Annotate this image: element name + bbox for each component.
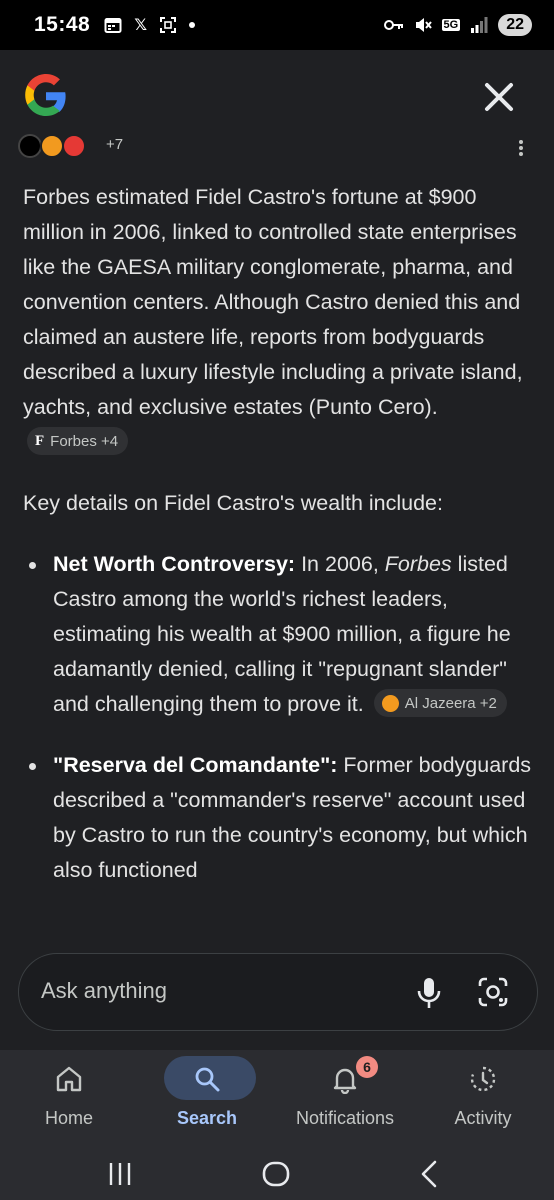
- system-nav-bar: [0, 1146, 554, 1200]
- source-avatar-3: [62, 134, 86, 158]
- status-notification-icons: 𝕏: [104, 15, 196, 35]
- notifications-badge: 6: [356, 1056, 378, 1078]
- source-avatar-aljazeera: [40, 134, 64, 158]
- source-chip-label: Al Jazeera +2: [404, 694, 497, 712]
- signal-icon: [471, 17, 488, 33]
- key-icon: [383, 20, 403, 30]
- lens-icon[interactable]: [477, 976, 509, 1008]
- details-list: Net Worth Controversy: In 2006, Forbes l…: [23, 547, 533, 888]
- calendar-icon: [104, 18, 122, 33]
- nav-notifications[interactable]: 6 Notifications: [276, 1050, 414, 1146]
- forbes-icon: F: [35, 432, 45, 449]
- list-item: "Reserva del Comandante": Former bodygua…: [23, 748, 533, 888]
- answer-paragraph-2: Key details on Fidel Castro's wealth inc…: [23, 491, 443, 515]
- recent-apps-icon[interactable]: [100, 1154, 140, 1194]
- activity-icon: [470, 1066, 496, 1092]
- nav-activity[interactable]: Activity: [414, 1050, 552, 1146]
- sources-row[interactable]: +7: [18, 134, 538, 160]
- nav-home[interactable]: Home: [0, 1050, 138, 1146]
- mute-icon: [415, 18, 432, 32]
- answer-paragraph-1-text: Forbes estimated Fidel Castro's fortune …: [23, 185, 523, 419]
- source-chip-aljazeera[interactable]: Al Jazeera +2: [373, 689, 507, 718]
- dot-icon: [189, 22, 196, 28]
- back-icon[interactable]: [410, 1154, 450, 1194]
- more-options-icon[interactable]: [518, 140, 524, 156]
- ask-input[interactable]: Ask anything: [18, 953, 538, 1031]
- list-item-text: In 2006,: [295, 552, 385, 576]
- source-avatar-forbes: [18, 134, 42, 158]
- ai-answer-content: Forbes estimated Fidel Castro's fortune …: [23, 180, 533, 914]
- list-item: Net Worth Controversy: In 2006, Forbes l…: [23, 547, 533, 722]
- list-item-title: Net Worth Controversy:: [53, 552, 296, 576]
- network-label: 5G: [441, 19, 461, 31]
- x-app-icon: 𝕏: [134, 17, 148, 34]
- sources-more-count: +7: [106, 136, 124, 153]
- answer-paragraph-1: Forbes estimated Fidel Castro's fortune …: [23, 180, 533, 460]
- status-system-icons: 5G 22: [383, 14, 532, 36]
- list-item-italic: Forbes: [384, 552, 452, 576]
- status-bar: 15:48 𝕏 5G 22: [0, 0, 554, 50]
- nav-home-label: Home: [44, 1108, 93, 1128]
- battery-indicator: 22: [498, 14, 532, 36]
- nav-search[interactable]: Search: [138, 1050, 276, 1146]
- status-time: 15:48: [34, 13, 91, 36]
- search-icon: [195, 1067, 220, 1092]
- aljazeera-icon: [381, 694, 399, 712]
- google-g-logo: [25, 74, 66, 116]
- ask-placeholder: Ask anything: [41, 978, 167, 1003]
- nav-search-label: Search: [176, 1108, 238, 1128]
- nav-notifications-label: Notifications: [295, 1108, 395, 1128]
- close-button[interactable]: [482, 80, 516, 114]
- screenshot-icon: [160, 17, 177, 33]
- mic-icon[interactable]: [416, 976, 442, 1010]
- list-item-title: "Reserva del Comandante":: [53, 753, 338, 777]
- home-icon: [56, 1066, 82, 1092]
- home-button-icon[interactable]: [256, 1154, 296, 1194]
- nav-activity-label: Activity: [454, 1108, 512, 1128]
- source-chip-label: Forbes +4: [50, 432, 119, 450]
- source-chip-forbes[interactable]: F Forbes +4: [27, 427, 129, 456]
- app-header: [0, 50, 554, 140]
- bottom-nav: Home Search 6 Notifications Activity: [0, 1050, 554, 1146]
